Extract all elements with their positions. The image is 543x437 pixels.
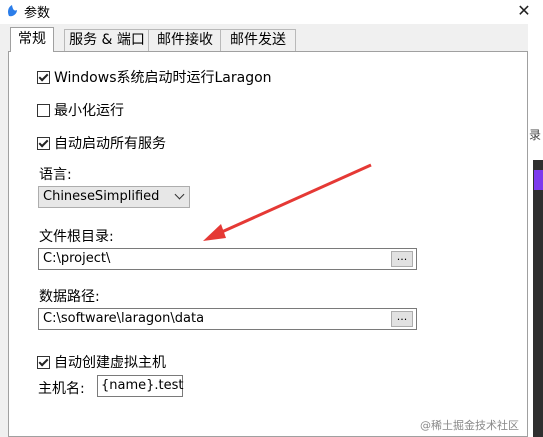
doc-root-field[interactable]: C:\project\ ... bbox=[38, 248, 417, 270]
data-path-browse-button[interactable]: ... bbox=[391, 311, 413, 327]
chevron-down-icon bbox=[174, 189, 185, 200]
doc-root-value: C:\project\ bbox=[43, 251, 111, 266]
minimized-checkbox[interactable]: 最小化运行 bbox=[37, 100, 124, 120]
hostname-label: 主机名: bbox=[38, 381, 85, 397]
auto-vhost-checkbox[interactable]: 自动创建虚拟主机 bbox=[37, 352, 166, 372]
checkbox-icon bbox=[37, 355, 50, 369]
tab-bar: 常规 服务 & 端口 邮件接收 邮件发送 bbox=[8, 27, 528, 52]
checkbox-icon bbox=[37, 103, 50, 117]
start-all-checkbox[interactable]: 自动启动所有服务 bbox=[37, 133, 166, 153]
hostname-value: {name}.test bbox=[101, 378, 184, 393]
language-value: ChineseSimplified bbox=[43, 189, 160, 204]
tab-general[interactable]: 常规 bbox=[10, 27, 54, 52]
watermark: @稀土掘金技术社区 bbox=[420, 419, 519, 432]
autostart-checkbox[interactable]: Windows系统启动时运行Laragon bbox=[37, 67, 272, 87]
general-panel: Windows系统启动时运行Laragon 最小化运行 自动启动所有服务 语言:… bbox=[8, 51, 528, 437]
autostart-label: Windows系统启动时运行Laragon bbox=[54, 70, 272, 86]
settings-window: 参数 ✕ 常规 服务 & 端口 邮件接收 邮件发送 Windows系统启动时运行… bbox=[0, 0, 543, 437]
tab-mail-receive[interactable]: 邮件接收 bbox=[148, 29, 222, 51]
background-accent bbox=[534, 170, 543, 190]
close-icon[interactable]: ✕ bbox=[505, 0, 543, 24]
language-label: 语言: bbox=[39, 167, 72, 183]
tab-services-ports[interactable]: 服务 & 端口 bbox=[64, 29, 150, 51]
doc-root-label: 文件根目录: bbox=[39, 229, 114, 245]
checkbox-icon bbox=[37, 136, 50, 150]
background-dark-area bbox=[533, 160, 543, 437]
hostname-field[interactable]: {name}.test bbox=[97, 375, 184, 397]
auto-vhost-label: 自动创建虚拟主机 bbox=[54, 355, 166, 371]
app-icon bbox=[8, 5, 17, 17]
minimized-label: 最小化运行 bbox=[54, 103, 124, 119]
tab-mail-send[interactable]: 邮件发送 bbox=[220, 29, 296, 51]
start-all-label: 自动启动所有服务 bbox=[54, 136, 166, 152]
language-select[interactable]: ChineseSimplified bbox=[38, 186, 190, 208]
data-path-label: 数据路径: bbox=[39, 289, 100, 305]
title-bar: 参数 ✕ bbox=[0, 0, 543, 24]
window-title: 参数 bbox=[24, 6, 51, 21]
background-text: 录 bbox=[529, 128, 542, 142]
data-path-value: C:\software\laragon\data bbox=[43, 311, 205, 326]
data-path-field[interactable]: C:\software\laragon\data ... bbox=[38, 308, 417, 330]
doc-root-browse-button[interactable]: ... bbox=[391, 251, 413, 267]
checkbox-icon bbox=[37, 70, 50, 84]
